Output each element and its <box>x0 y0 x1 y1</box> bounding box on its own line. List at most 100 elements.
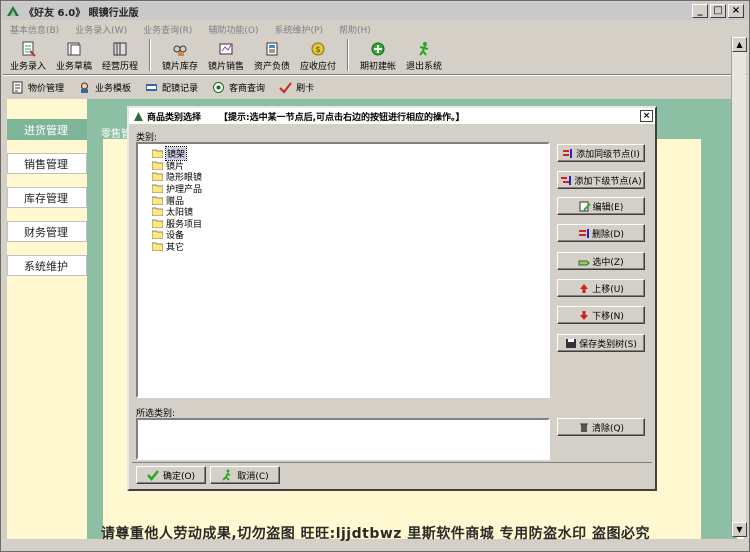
folder-icon <box>152 207 163 217</box>
sidebar: 进货管理 销售管理 库存管理 财务管理 系统维护 <box>7 119 87 289</box>
menu-aux-functions[interactable]: 辅助功能(O) <box>208 23 258 36</box>
business-template-button[interactable]: 业务模板 <box>72 78 137 96</box>
sidebar-item-inventory[interactable]: 库存管理 <box>7 187 87 208</box>
edit-icon <box>579 201 591 211</box>
opening-account-icon <box>371 42 385 56</box>
opening-account-button[interactable]: 期初建帐 <box>355 38 401 72</box>
folder-icon <box>152 196 163 205</box>
move-up-button[interactable]: 上移(U) <box>557 279 645 297</box>
secondary-toolbar: 物价管理 业务模板 配镜记录 客商查询 刷卡 <box>5 77 747 97</box>
dialog-title: 商品类别选择 <box>147 112 202 123</box>
lens-sales-button[interactable]: 镜片销售 <box>203 38 249 72</box>
vertical-scrollbar[interactable]: ▲ ▼ <box>731 37 747 537</box>
category-tree[interactable]: 镜架 镜片 隐形眼镜 护理产品 赠品 太阳镜 服务项目 设备 其它 <box>136 142 550 398</box>
menu-help[interactable]: 帮助(H) <box>339 23 371 36</box>
history-icon <box>113 42 127 56</box>
dialog-close-button[interactable]: × <box>640 110 653 122</box>
tree-node[interactable]: 隐形眼镜 <box>138 171 548 183</box>
menu-basic-info[interactable]: 基本信息(B) <box>10 23 59 36</box>
selected-category-field[interactable] <box>136 418 550 460</box>
watermark-text: 请尊重他人劳动成果,切勿盗图 旺旺:ljjdtbwz 里斯软件商城 专用防盗水印… <box>100 526 651 542</box>
clear-button[interactable]: 清除(Q) <box>557 418 645 436</box>
price-management-button[interactable]: 物价管理 <box>5 78 70 96</box>
menu-system-maintenance[interactable]: 系统维护(P) <box>275 23 323 36</box>
close-button[interactable]: × <box>728 4 744 18</box>
draft-icon <box>67 42 81 56</box>
sidebar-item-finance[interactable]: 财务管理 <box>7 221 87 242</box>
template-icon <box>81 82 89 93</box>
sidebar-item-system[interactable]: 系统维护 <box>7 255 87 276</box>
delete-button[interactable]: 删除(D) <box>557 224 645 242</box>
ok-button[interactable]: 确定(O) <box>136 466 206 484</box>
tree-node[interactable]: 赠品 <box>138 194 548 207</box>
toolbar-separator <box>149 39 151 71</box>
balance-sheet-button[interactable]: 资产负债 <box>249 38 295 72</box>
business-draft-button[interactable]: 业务草稿 <box>51 38 97 72</box>
select-button[interactable]: 选中(Z) <box>557 252 645 270</box>
select-hand-icon <box>578 260 591 265</box>
maximize-button[interactable]: □ <box>710 4 726 18</box>
arrow-down-icon <box>580 310 589 320</box>
lens-stock-icon <box>173 45 187 56</box>
folder-icon <box>152 184 163 194</box>
menu-business-query[interactable]: 业务查询(R) <box>143 23 192 36</box>
card-icon <box>279 81 292 94</box>
category-select-dialog: 商品类别选择 【提示:选中某一节点后,可点击右边的按钮进行相应的操作。】 × 类… <box>127 106 657 491</box>
price-icon <box>12 81 23 93</box>
exit-icon <box>222 469 231 481</box>
business-entry-button[interactable]: 业务录入 <box>5 38 51 72</box>
card-swipe-button[interactable]: 刷卡 <box>273 78 320 96</box>
tree-node[interactable]: 设备 <box>138 229 548 241</box>
app-title: 《好友 6.0》 眼镜行业版 <box>24 7 139 19</box>
save-category-tree-button[interactable]: 保存类别树(S) <box>557 334 645 352</box>
tree-node[interactable]: 护理产品 <box>138 183 548 195</box>
tree-node[interactable]: 其它 <box>138 241 548 253</box>
toolbar-separator <box>347 39 349 71</box>
folder-icon <box>152 161 163 170</box>
add-sibling-node-button[interactable]: 添加同级节点(I) <box>557 144 645 162</box>
add-child-node-button[interactable]: 添加下级节点(A) <box>557 171 645 189</box>
main-toolbar: 业务录入 业务草稿 经营历程 镜片库存 镜片销售 资产负债 $ 应收应付 期初建… <box>5 38 747 74</box>
svg-text:$: $ <box>315 45 320 54</box>
delete-icon <box>579 228 590 238</box>
move-down-button[interactable]: 下移(N) <box>557 306 645 324</box>
tree-node[interactable]: 镜片 <box>138 160 548 172</box>
folder-icon <box>152 219 163 228</box>
exit-system-button[interactable]: 退出系统 <box>401 38 447 72</box>
receivable-icon: $ <box>311 42 325 56</box>
tree-node[interactable]: 太阳镜 <box>138 206 548 218</box>
sidebar-item-sales[interactable]: 销售管理 <box>7 153 87 174</box>
lens-stock-button[interactable]: 镜片库存 <box>157 38 203 72</box>
balance-icon <box>266 42 278 56</box>
add-sibling-icon <box>563 148 573 158</box>
add-child-icon <box>561 175 572 185</box>
menu-bar: 基本信息(B) 业务录入(W) 业务查询(R) 辅助功能(O) 系统维护(P) … <box>2 21 748 37</box>
app-window: 《好友 6.0》 眼镜行业版 _ □ × 基本信息(B) 业务录入(W) 业务查… <box>0 0 750 552</box>
folder-icon <box>152 230 163 240</box>
customer-query-button[interactable]: 客商查询 <box>206 78 271 96</box>
business-history-button[interactable]: 经营历程 <box>97 38 143 72</box>
tree-node[interactable]: 服务项目 <box>138 218 548 230</box>
dialog-logo-icon <box>134 111 143 121</box>
title-bar: 《好友 6.0》 眼镜行业版 _ □ × <box>2 2 748 20</box>
trash-icon <box>579 423 588 432</box>
dialog-button-bar: 确定(O) 取消(C) <box>132 462 652 488</box>
menu-business-entry[interactable]: 业务录入(W) <box>75 23 127 36</box>
save-icon <box>566 338 577 348</box>
sidebar-item-purchase[interactable]: 进货管理 <box>7 119 87 140</box>
edit-button[interactable]: 编辑(E) <box>557 197 645 215</box>
lens-sales-icon <box>219 43 233 55</box>
scroll-up-arrow-icon[interactable]: ▲ <box>732 37 747 52</box>
record-icon <box>146 83 158 91</box>
arrow-up-icon <box>580 283 589 293</box>
query-icon <box>213 81 225 93</box>
glasses-record-button[interactable]: 配镜记录 <box>139 78 204 96</box>
tree-node[interactable]: 镜架 <box>138 146 548 162</box>
minimize-button[interactable]: _ <box>692 4 708 18</box>
folder-icon <box>152 242 163 252</box>
checkmark-icon <box>146 470 159 481</box>
cancel-button[interactable]: 取消(C) <box>210 466 280 484</box>
dialog-title-bar: 商品类别选择 【提示:选中某一节点后,可点击右边的按钮进行相应的操作。】 × <box>129 108 655 124</box>
content-left-border <box>87 139 103 539</box>
receivable-payable-button[interactable]: $ 应收应付 <box>295 38 341 72</box>
